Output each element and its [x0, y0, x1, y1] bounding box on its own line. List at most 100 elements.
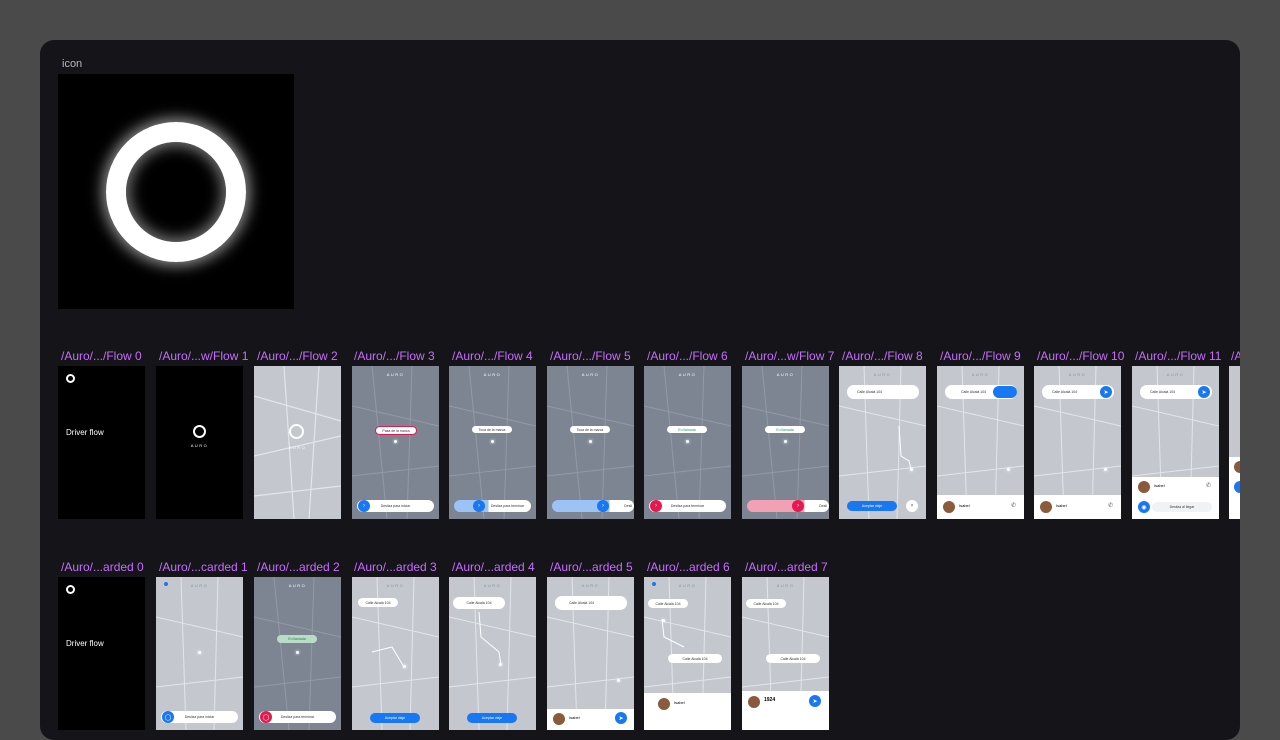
power-icon[interactable]: ◯	[162, 711, 174, 723]
frame-flow-2[interactable]: AURO	[254, 366, 341, 519]
app-icon-frame[interactable]	[58, 74, 294, 309]
destination-card[interactable]: Calle Alcalá 104	[668, 654, 722, 663]
location-dot	[1007, 468, 1010, 471]
phone-icon[interactable]: ✆	[1206, 482, 1211, 489]
destination-card[interactable]: Calle Alcalá 104	[766, 654, 820, 663]
rider-sheet: Isabel ✆	[1034, 495, 1121, 519]
frame-label[interactable]: /Auro/.../Flow 5	[550, 349, 631, 363]
brand-wordmark: AURO	[190, 443, 209, 448]
avatar	[748, 696, 760, 708]
frame-label[interactable]: /Auro/...arded 5	[550, 560, 633, 574]
accept-trip-button[interactable]: Aceptar viaje	[467, 713, 517, 723]
frame-label[interactable]: /Auro/.../Flow 10	[1037, 349, 1124, 363]
frame-label[interactable]: /Auro/...w/Flow 7	[745, 349, 834, 363]
frame-flow-4[interactable]: AURO Toca de la marca Desliza para termi…	[449, 366, 536, 519]
frame-flow-8[interactable]: AURO Calle Alcalá 104 Aceptar viaje ×	[839, 366, 926, 519]
address-card[interactable]: Calle Alcalá 104	[453, 597, 505, 609]
brand-wordmark: AURO	[483, 372, 502, 377]
frame-flow-9[interactable]: AURO Calle Alcalá 104 Isabel ✆	[937, 366, 1024, 519]
arrow-right-icon[interactable]: ›	[473, 500, 485, 512]
frame-label[interactable]: /A	[1231, 349, 1240, 363]
phone-icon[interactable]: ✆	[1011, 502, 1016, 509]
frame-flow-0[interactable]: Driver flow	[58, 366, 145, 519]
frame-label[interactable]: /Auro/.../Flow 2	[257, 349, 338, 363]
frame-label[interactable]: /Auro/...arded 6	[647, 560, 730, 574]
frame-onboarded-4[interactable]: AURO Calle Alcalá 104 Aceptar viaje	[449, 577, 536, 730]
navigate-icon[interactable]: ➤	[615, 712, 627, 724]
brand-wordmark: AURO	[288, 445, 307, 450]
frame-label[interactable]: /Auro/.../Flow 8	[842, 349, 923, 363]
navigate-icon[interactable]: ➤	[1100, 386, 1112, 398]
frame-label[interactable]: /Auro/.../Flow 11	[1135, 349, 1221, 363]
address-card[interactable]: Calle Alcalá 104	[847, 385, 919, 399]
frame-flow-12-partial[interactable]	[1229, 366, 1240, 519]
avatar	[1138, 481, 1150, 493]
frame-onboarded-5[interactable]: AURO Calle Alcalá 104 Isabel ➤	[547, 577, 634, 730]
arrow-right-icon[interactable]: ›	[792, 500, 804, 512]
accept-trip-button[interactable]: Aceptar viaje	[370, 713, 420, 723]
brand-wordmark: AURO	[386, 372, 405, 377]
slide-to-arrive[interactable]: Desliza al llegar	[1152, 502, 1212, 512]
accept-trip-button[interactable]: Aceptar viaje	[847, 501, 897, 511]
frame-label[interactable]: /Auro/.../Flow 0	[61, 349, 142, 363]
location-dot	[491, 440, 494, 443]
frame-label[interactable]: /Auro/.../Flow 4	[452, 349, 533, 363]
frame-onboarded-6[interactable]: AURO Calle Alcalá 104 Calle Alcalá 104 I…	[644, 577, 731, 730]
frame-onboarded-1[interactable]: AURO Desliza para iniciar ◯	[156, 577, 243, 730]
frame-label[interactable]: /Auro/...w/Flow 1	[159, 349, 248, 363]
close-icon[interactable]: ×	[906, 500, 918, 512]
frame-flow-6[interactable]: AURO En llamada Desliza para terminar ›	[644, 366, 731, 519]
frame-flow-1[interactable]: AURO	[156, 366, 243, 519]
navigate-icon[interactable]: ➤	[1198, 386, 1210, 398]
slide-to-finish[interactable]: Desli	[747, 500, 829, 512]
target-icon[interactable]	[1234, 481, 1240, 493]
arrow-right-icon[interactable]: ›	[597, 500, 609, 512]
frame-label[interactable]: /Auro/...arded 3	[354, 560, 437, 574]
location-dot	[1104, 468, 1107, 471]
location-dot	[403, 665, 406, 668]
location-dot	[686, 440, 689, 443]
arrow-right-icon[interactable]: ›	[650, 500, 662, 512]
navigate-button[interactable]	[993, 386, 1017, 398]
rider-sheet: Isabel	[644, 693, 731, 730]
map-background	[254, 366, 341, 519]
frame-flow-3[interactable]: AURO Pasa de la marca Desliza para inici…	[352, 366, 439, 519]
frame-onboarded-0[interactable]: Driver flow	[58, 577, 145, 730]
rider-name: Isabel	[1056, 503, 1067, 508]
slide-to-finish[interactable]: Desliza para terminar	[454, 500, 531, 512]
address-card[interactable]: Calle Alcalá 104	[648, 599, 688, 608]
power-icon[interactable]: ◯	[260, 711, 272, 723]
frame-label[interactable]: /Auro/...carded 1	[159, 560, 248, 574]
address-card[interactable]: Calle Alcalá 104	[358, 598, 398, 607]
frame-label-icon[interactable]: icon	[62, 57, 82, 71]
frame-label[interactable]: /Auro/.../Flow 6	[647, 349, 728, 363]
frame-label[interactable]: /Auro/...arded 2	[257, 560, 340, 574]
frame-onboarded-7[interactable]: AURO Calle Alcalá 104 Calle Alcalá 104 1…	[742, 577, 829, 730]
frame-label[interactable]: /Auro/.../Flow 3	[354, 349, 435, 363]
design-canvas[interactable]: icon /Auro/.../Flow 0 /Auro/...w/Flow 1 …	[40, 40, 1240, 740]
frame-flow-10[interactable]: AURO Calle Alcalá 104 ➤ Isabel ✆	[1034, 366, 1121, 519]
frame-onboarded-2[interactable]: AURO En llamada Desliza para terminar ◯	[254, 577, 341, 730]
avatar	[1234, 461, 1240, 473]
address-card[interactable]: Calle Alcalá 104	[555, 596, 627, 610]
slide-to-finish[interactable]: Desli	[552, 500, 634, 512]
target-icon[interactable]: ◉	[1138, 501, 1150, 513]
address-card[interactable]: Calle Alcalá 104	[746, 599, 786, 608]
frame-label[interactable]: /Auro/...arded 0	[61, 560, 144, 574]
phone-icon[interactable]: ✆	[1108, 502, 1113, 509]
rider-sheet: Isabel ✆	[937, 495, 1024, 519]
frame-flow-11[interactable]: AURO Calle Alcalá 104 ➤ Isabel ✆ ◉ Desli…	[1132, 366, 1219, 519]
rider-name: Isabel	[1154, 483, 1165, 488]
rider-sheet	[1229, 457, 1240, 519]
frame-label[interactable]: /Auro/.../Flow 9	[940, 349, 1021, 363]
arrow-right-icon[interactable]: ›	[358, 500, 370, 512]
frame-flow-5[interactable]: AURO Toca de la marca Desli ›	[547, 366, 634, 519]
auro-ring-icon	[106, 122, 246, 262]
frame-label[interactable]: /Auro/...arded 4	[452, 560, 535, 574]
frame-flow-7[interactable]: AURO En llamada Desli ›	[742, 366, 829, 519]
brand-wordmark: AURO	[776, 372, 795, 377]
frame-onboarded-3[interactable]: AURO Calle Alcalá 104 Aceptar viaje	[352, 577, 439, 730]
navigate-icon[interactable]: ➤	[809, 695, 821, 707]
status-badge: Toca de la marca	[472, 426, 512, 433]
frame-label[interactable]: /Auro/...arded 7	[745, 560, 828, 574]
